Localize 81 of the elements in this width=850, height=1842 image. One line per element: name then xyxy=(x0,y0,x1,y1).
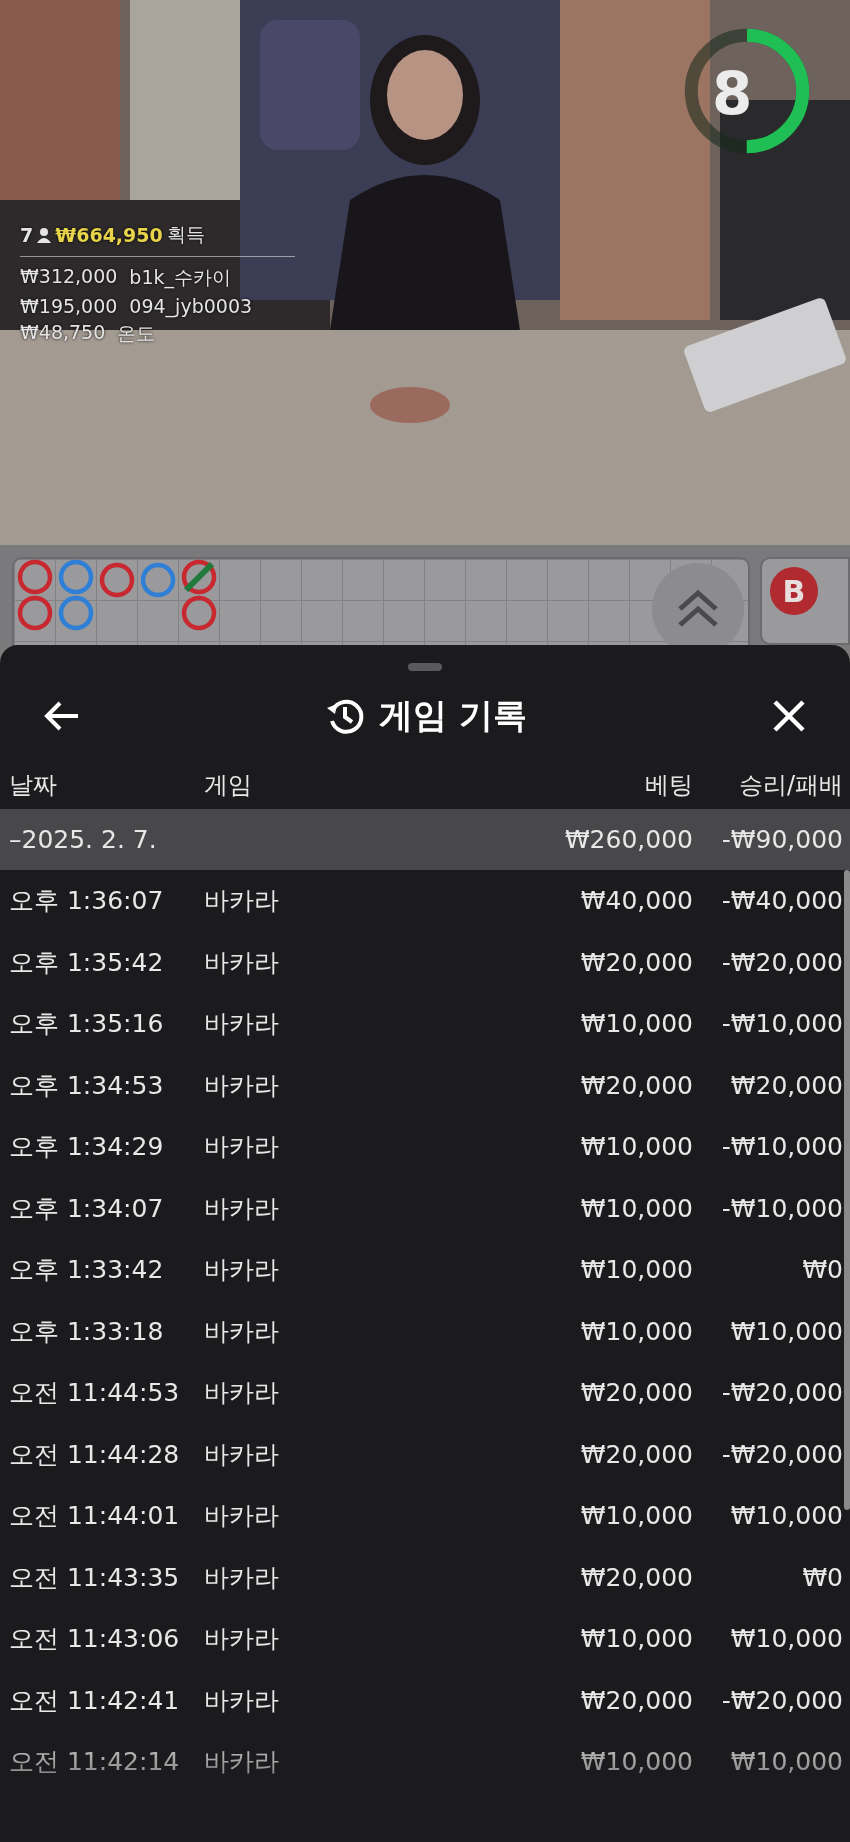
row-game: 바카라 xyxy=(204,1315,280,1348)
row-result: -₩20,000 xyxy=(720,947,843,977)
summary-date: –2025. 2. 7. xyxy=(9,825,158,854)
row-time: 오후 1:33:18 xyxy=(9,1315,165,1348)
row-game: 바카라 xyxy=(204,1377,280,1410)
column-header: 베팅 xyxy=(644,770,693,801)
row-result: ₩10,000 xyxy=(729,1624,843,1654)
drag-handle[interactable] xyxy=(408,663,442,671)
row-game: 바카라 xyxy=(204,1254,280,1287)
row-bet: ₩10,000 xyxy=(579,1193,693,1223)
row-time: 오전 11:44:01 xyxy=(9,1500,181,1533)
column-header: 게임 xyxy=(204,770,253,801)
winner-name: 094_jyb0003 xyxy=(129,295,253,317)
row-result: -₩20,000 xyxy=(720,1685,843,1715)
row-time: 오전 11:44:53 xyxy=(9,1377,181,1410)
row-bet: ₩20,000 xyxy=(579,1378,693,1408)
winner-amount: ₩195,000 xyxy=(20,295,118,317)
row-game: 바카라 xyxy=(204,1684,280,1717)
row-bet: ₩10,000 xyxy=(579,1624,693,1654)
row-time: 오전 11:44:28 xyxy=(9,1438,181,1471)
row-result: -₩10,000 xyxy=(720,1193,843,1223)
winner-amount: ₩312,000 xyxy=(20,265,118,289)
player-count: 7 xyxy=(20,224,34,246)
row-bet: ₩20,000 xyxy=(579,1562,693,1592)
row-result: ₩0 xyxy=(801,1255,843,1285)
row-time: 오후 1:33:42 xyxy=(9,1254,165,1287)
row-game: 바카라 xyxy=(204,1746,280,1779)
row-game: 바카라 xyxy=(204,1131,280,1164)
column-header: 날짜 xyxy=(9,770,58,801)
row-time: 오전 11:42:41 xyxy=(9,1684,181,1717)
row-bet: ₩40,000 xyxy=(579,886,693,916)
row-game: 바카라 xyxy=(204,1438,280,1471)
row-time: 오후 1:36:07 xyxy=(9,885,165,918)
row-game: 바카라 xyxy=(204,946,280,979)
row-time: 오후 1:34:29 xyxy=(9,1131,165,1164)
scrollbar[interactable] xyxy=(844,870,850,1510)
row-game: 바카라 xyxy=(204,1192,280,1225)
column-header: 승리/패배 xyxy=(737,770,843,801)
countdown-number: 8 xyxy=(712,60,753,128)
row-time: 오전 11:43:35 xyxy=(9,1561,181,1594)
row-bet: ₩10,000 xyxy=(579,1255,693,1285)
row-game: 바카라 xyxy=(204,1561,280,1594)
banker-badge: B xyxy=(770,567,818,615)
row-time: 오전 11:42:14 xyxy=(9,1746,181,1779)
winner-name: b1k_수카이 xyxy=(129,265,231,291)
winnings-label: 획득 xyxy=(166,222,205,247)
row-result: ₩10,000 xyxy=(729,1747,843,1777)
row-bet: ₩10,000 xyxy=(579,1501,693,1531)
row-result: ₩10,000 xyxy=(729,1501,843,1531)
row-result: ₩10,000 xyxy=(729,1316,843,1346)
row-game: 바카라 xyxy=(204,1069,280,1102)
row-game: 바카라 xyxy=(204,1623,280,1656)
row-bet: ₩10,000 xyxy=(579,1132,693,1162)
row-bet: ₩20,000 xyxy=(579,947,693,977)
row-result: -₩10,000 xyxy=(720,1132,843,1162)
row-result: -₩20,000 xyxy=(720,1378,843,1408)
summary-bet: ₩260,000 xyxy=(563,825,693,854)
person-icon xyxy=(37,227,52,243)
date-summary-row[interactable]: –2025. 2. 7. ₩260,000 -₩90,000 xyxy=(0,809,850,870)
row-result: ₩20,000 xyxy=(729,1070,843,1100)
row-time: 오후 1:35:42 xyxy=(9,946,165,979)
row-bet: ₩10,000 xyxy=(579,1316,693,1346)
total-winnings: ₩664,950 xyxy=(55,224,163,246)
row-result: ₩0 xyxy=(801,1562,843,1592)
row-game: 바카라 xyxy=(204,1008,280,1041)
row-bet: ₩20,000 xyxy=(579,1439,693,1469)
row-game: 바카라 xyxy=(204,885,280,918)
row-result: -₩40,000 xyxy=(720,886,843,916)
row-time: 오전 11:43:06 xyxy=(9,1623,181,1656)
summary-result: -₩90,000 xyxy=(720,825,843,854)
row-bet: ₩20,000 xyxy=(579,1685,693,1715)
row-bet: ₩10,000 xyxy=(579,1009,693,1039)
row-bet: ₩20,000 xyxy=(579,1070,693,1100)
sheet-title: 게임 기록 xyxy=(379,694,527,737)
row-time: 오후 1:34:53 xyxy=(9,1069,165,1102)
row-time: 오후 1:35:16 xyxy=(9,1008,165,1041)
row-game: 바카라 xyxy=(204,1500,280,1533)
row-result: -₩10,000 xyxy=(720,1009,843,1039)
row-time: 오후 1:34:07 xyxy=(9,1192,165,1225)
row-bet: ₩10,000 xyxy=(579,1747,693,1777)
row-result: -₩20,000 xyxy=(720,1439,843,1469)
